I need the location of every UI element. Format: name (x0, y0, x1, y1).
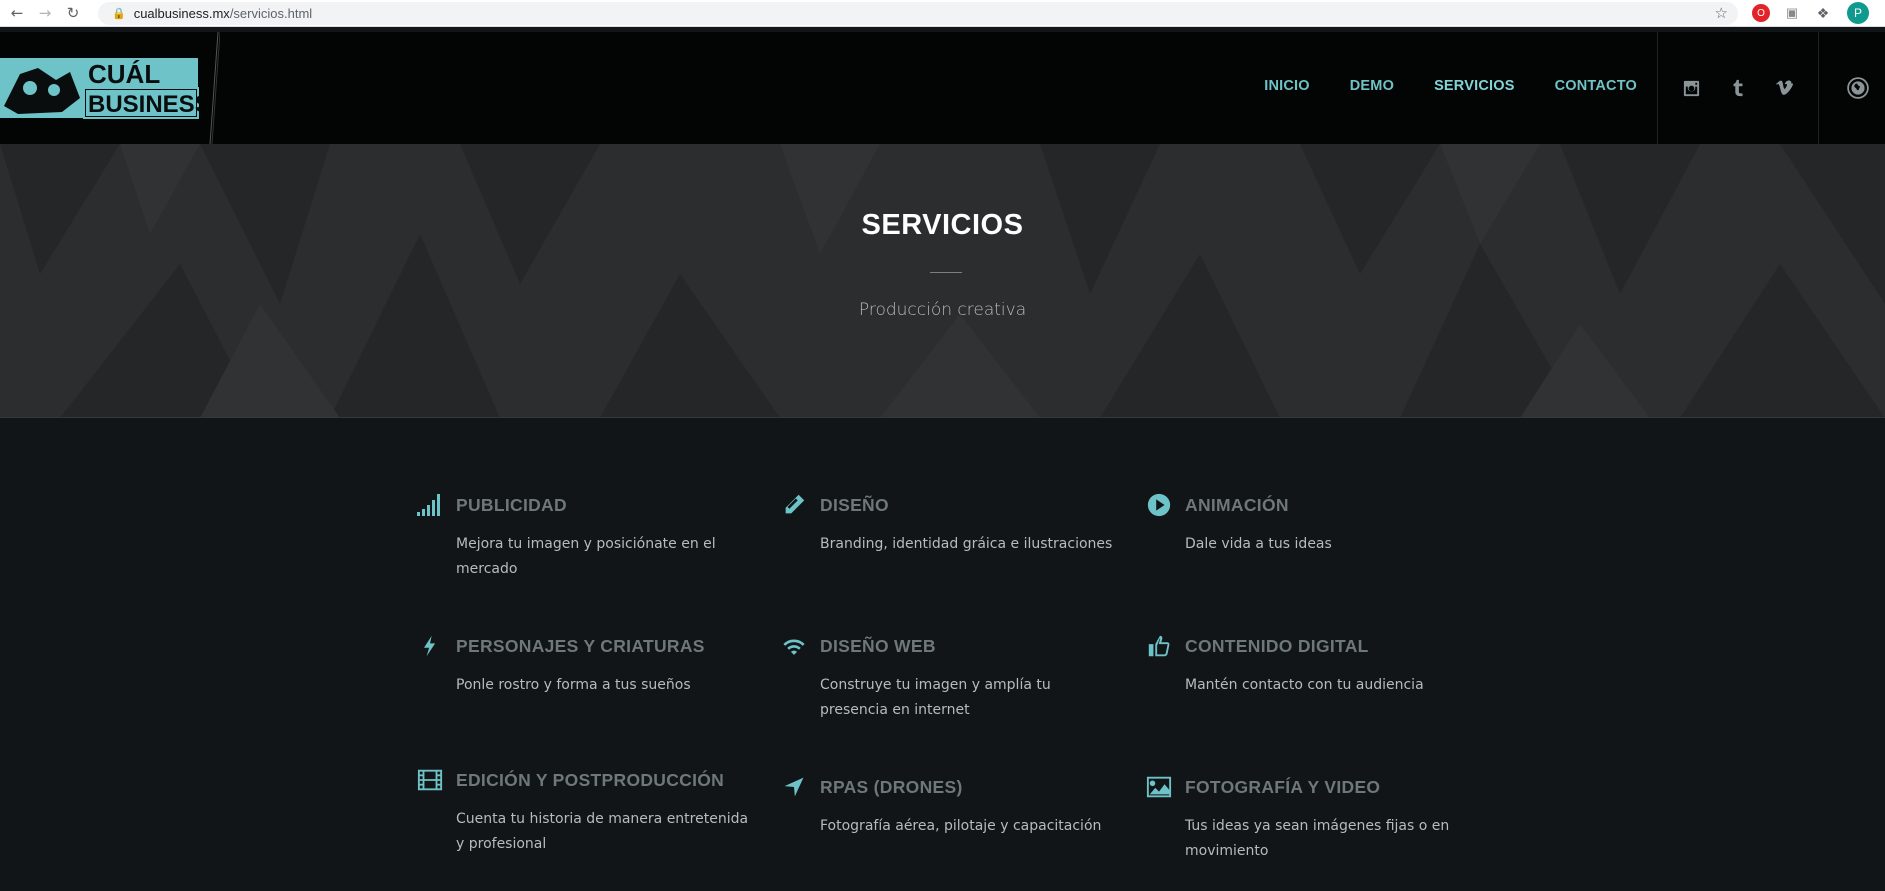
nav-divider (1657, 32, 1658, 144)
pencil-icon (780, 491, 808, 519)
service-title: CONTENIDO DIGITAL (1185, 636, 1369, 656)
nav-divider (1818, 32, 1819, 144)
nav-item-inicio[interactable]: INICIO (1264, 78, 1310, 94)
service-description: Cuenta tu historia de manera entretenida… (456, 811, 749, 852)
service-title: ANIMACIÓN (1185, 495, 1289, 515)
nav-item-contacto[interactable]: CONTACTO (1555, 78, 1637, 94)
site-header: CUÁL BUSINESS INICIO DEMO SERVICIOS CONT… (0, 32, 1885, 144)
hero-background-pattern (0, 144, 1885, 417)
extensions-puzzle-icon[interactable]: ❖ (1814, 4, 1832, 22)
cast-extension-icon[interactable]: ▣ (1783, 4, 1801, 22)
service-title: PERSONAJES Y CRIATURAS (456, 636, 705, 656)
service-description: Fotografía aérea, pilotaje y capacitació… (820, 818, 1102, 834)
lightning-icon (416, 632, 444, 660)
service-description: Mejora tu imagen y posiciónate en el mer… (456, 536, 716, 577)
location-arrow-icon (780, 773, 808, 801)
reload-icon[interactable]: ↻ (62, 2, 84, 24)
lock-icon: 🔒 (112, 7, 126, 20)
tumblr-icon[interactable] (1726, 76, 1750, 100)
bookmark-star-icon[interactable]: ☆ (1715, 4, 1728, 22)
back-arrow-icon[interactable]: ← (6, 2, 28, 24)
hero-banner: SERVICIOS Producción creativa (0, 144, 1885, 418)
service-description: Construye tu imagen y amplía tu presenci… (820, 677, 1051, 718)
film-icon (416, 766, 444, 794)
service-title: FOTOGRAFÍA Y VIDEO (1185, 777, 1381, 797)
profile-avatar[interactable]: P (1847, 2, 1869, 24)
page-title: SERVICIOS (861, 209, 1024, 241)
opera-extension-icon[interactable]: O (1752, 4, 1770, 22)
browser-toolbar: ← → ↻ 🔒 cualbusiness.mx/servicios.html ☆… (0, 0, 1885, 27)
svg-text:CUÁL: CUÁL (88, 59, 160, 89)
forward-arrow-icon[interactable]: → (34, 2, 56, 24)
service-title: DISEÑO (820, 495, 889, 515)
service-title: RPAS (DRONES) (820, 777, 963, 797)
main-navigation: INICIO DEMO SERVICIOS CONTACTO (1224, 78, 1637, 94)
service-title: PUBLICIDAD (456, 495, 567, 515)
service-title: EDICIÓN Y POSTPRODUCCIÓN (456, 770, 725, 790)
nav-item-servicios[interactable]: SERVICIOS (1434, 78, 1515, 94)
address-bar[interactable]: 🔒 cualbusiness.mx/servicios.html ☆ (98, 2, 1738, 25)
wifi-icon (780, 632, 808, 660)
instagram-icon[interactable] (1679, 76, 1703, 100)
url-text: cualbusiness.mx/servicios.html (133, 6, 313, 21)
service-description: Ponle rostro y forma a tus sueños (456, 677, 691, 693)
thumbs-up-icon (1145, 632, 1173, 660)
vimeo-icon[interactable] (1773, 76, 1797, 100)
globe-icon[interactable] (1846, 76, 1870, 100)
service-description: Dale vida a tus ideas (1185, 536, 1332, 552)
signal-bars-icon (416, 491, 444, 519)
service-description: Tus ideas ya sean imágenes fijas o en mo… (1185, 818, 1450, 859)
logo-divider (209, 32, 220, 144)
nav-item-demo[interactable]: DEMO (1350, 78, 1394, 94)
cual-business-logo[interactable]: CUÁL BUSINESS (0, 54, 200, 122)
services-section: PUBLICIDAD Mejora tu imagen y posiciónat… (0, 418, 1885, 891)
page-subtitle: Producción creativa (858, 300, 1027, 320)
picture-icon (1145, 773, 1173, 801)
svg-text:BUSINESS: BUSINESS (88, 91, 200, 118)
service-description: Branding, identidad gráica e ilustracion… (820, 536, 1113, 552)
service-title: DISEÑO WEB (820, 636, 936, 656)
play-circle-icon (1145, 491, 1173, 519)
title-divider (930, 272, 962, 273)
service-description: Mantén contacto con tu audiencia (1185, 677, 1424, 693)
